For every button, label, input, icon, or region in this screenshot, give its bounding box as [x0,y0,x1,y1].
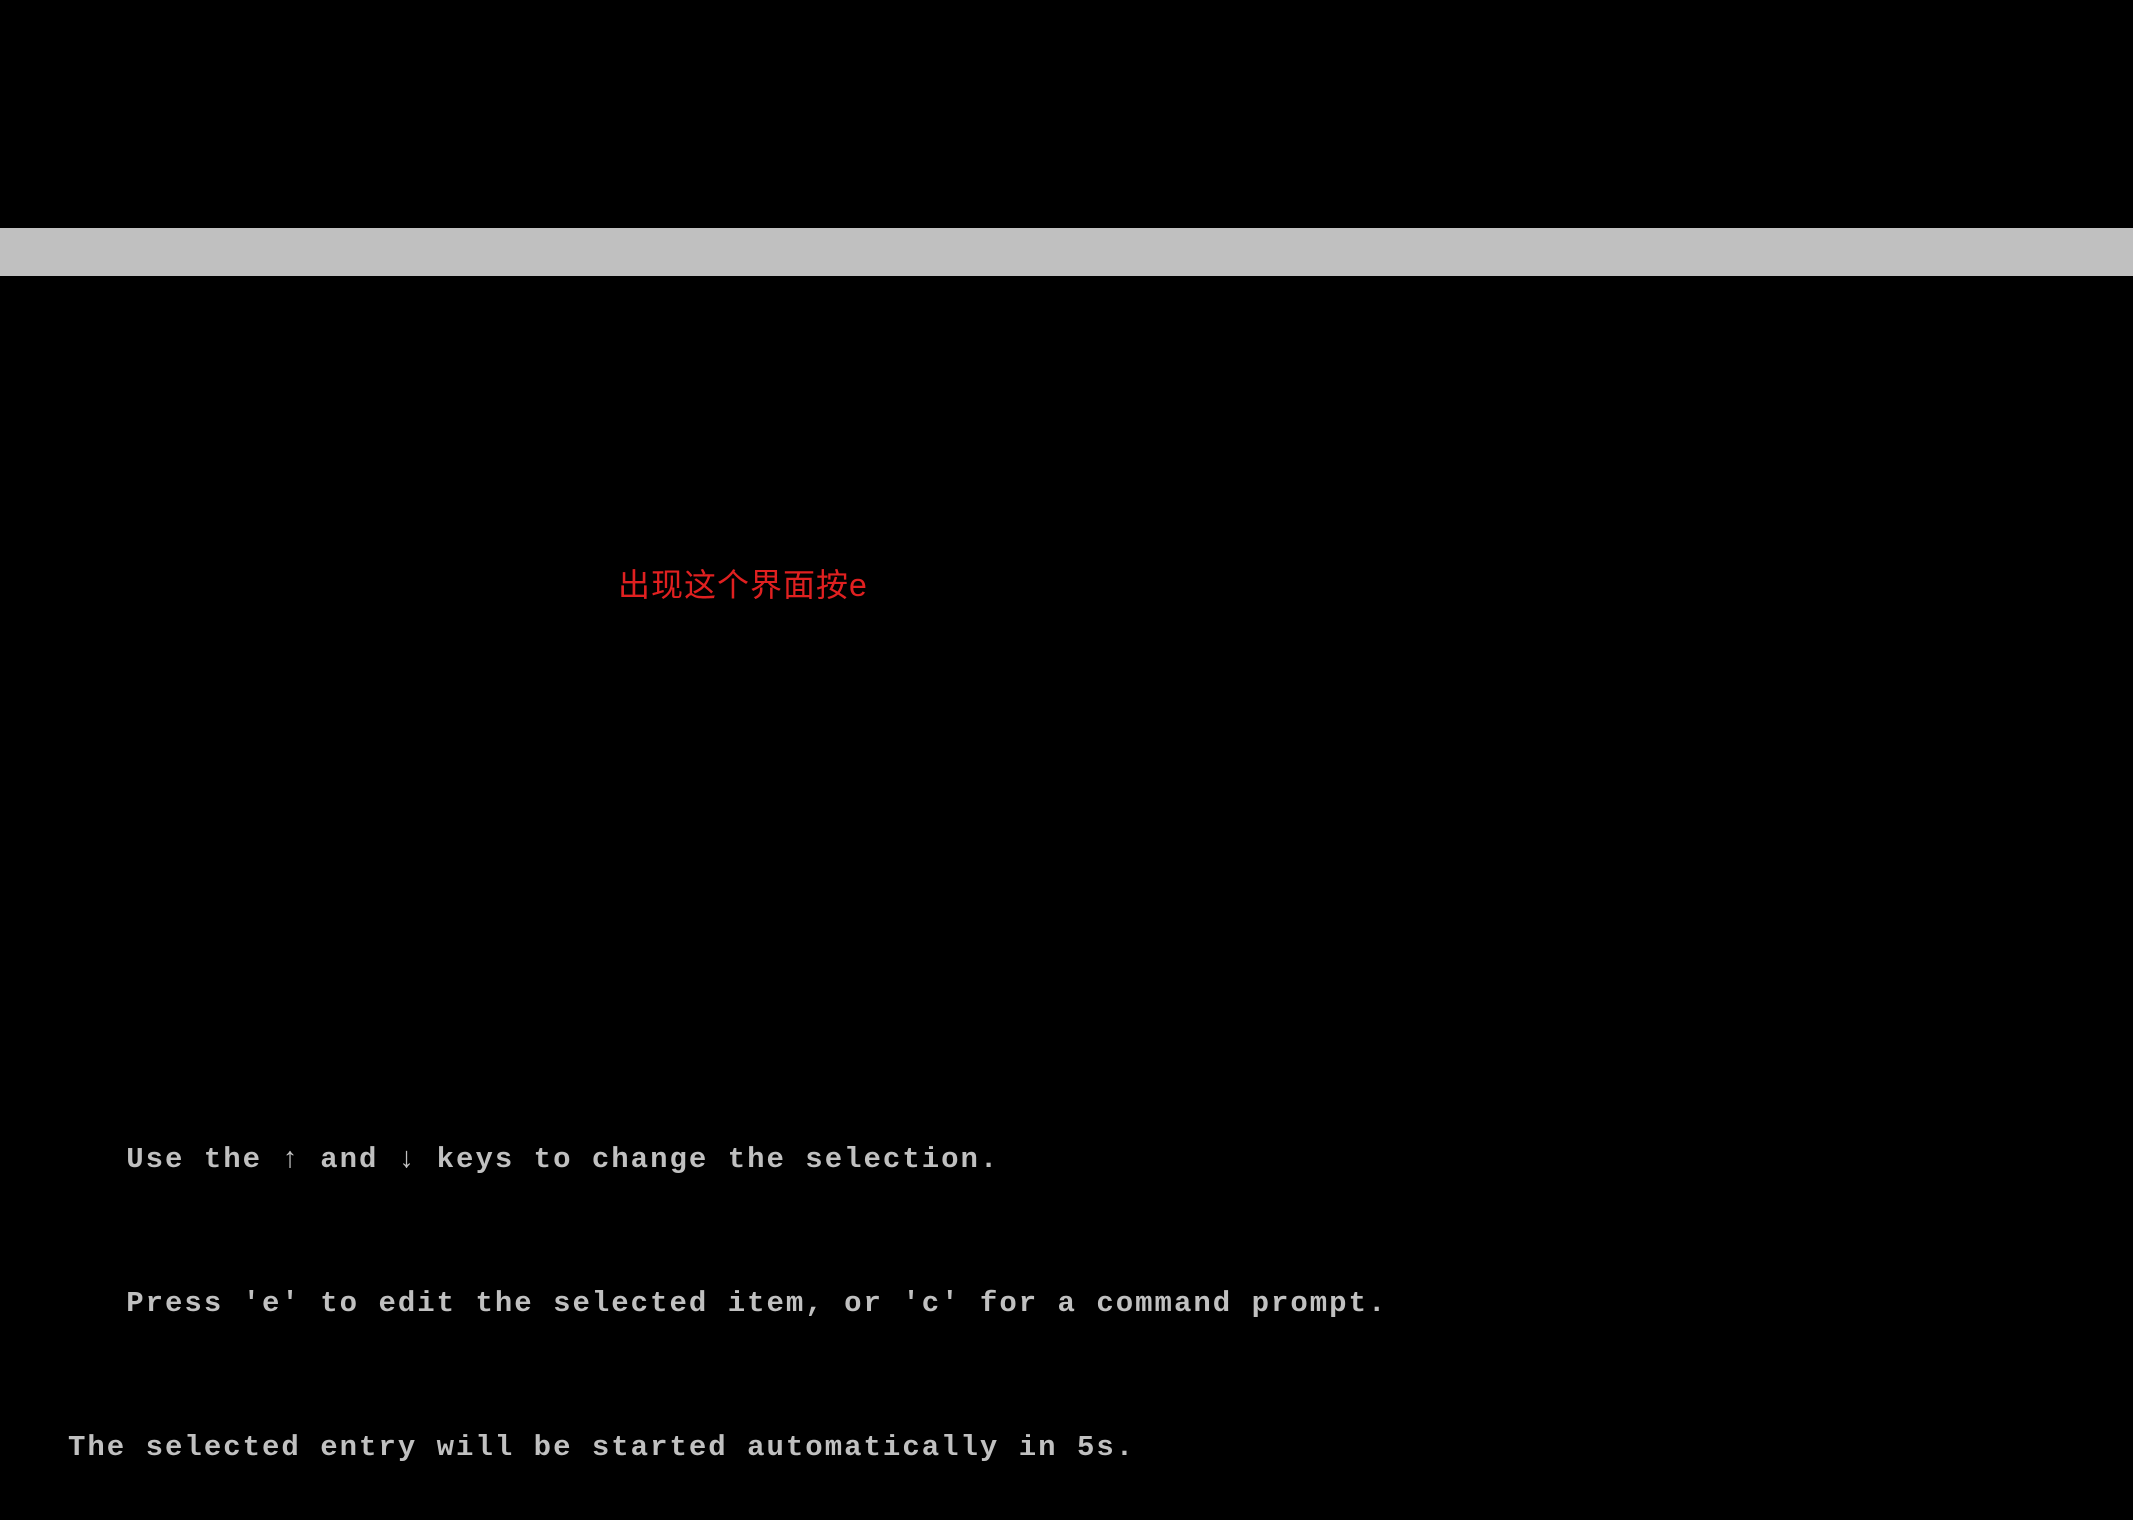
annotation-text: 出现这个界面按e [618,560,868,606]
help-text: Use the ↑ and ↓ keys to change the selec… [68,1040,1387,1520]
help-line-navigation: Use the ↑ and ↓ keys to change the selec… [68,1136,1387,1184]
menu-entry-selected[interactable]: Kylin Linux Advanced Server (4.19.90-52.… [0,228,2133,276]
menu-entry-rescue[interactable]: Kylin Linux Advanced Server (0-rescue-62… [0,276,2133,324]
help-line-edit: Press 'e' to edit the selected item, or … [68,1280,1387,1328]
help-line-countdown: The selected entry will be started autom… [68,1424,1387,1472]
grub-menu: Kylin Linux Advanced Server (4.19.90-52.… [0,228,2133,324]
